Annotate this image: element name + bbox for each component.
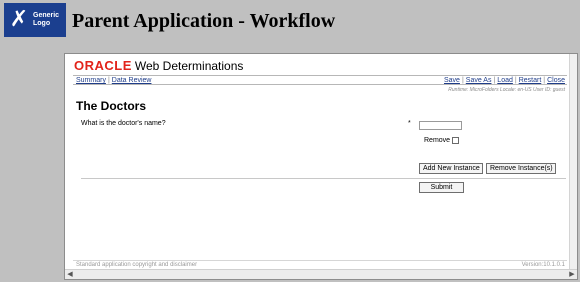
vertical-scrollbar[interactable]	[569, 54, 577, 271]
nav-load-link[interactable]: Load	[497, 77, 513, 84]
generic-logo: ✗ Generic Logo	[4, 3, 66, 37]
remove-checkbox[interactable]	[452, 137, 459, 144]
nav-separator: |	[107, 77, 110, 84]
nav-data-review-link[interactable]: Data Review	[112, 77, 152, 84]
web-determinations-frame: ORACLE Web Determinations Summary | Data Re…	[64, 53, 578, 280]
required-marker: *	[408, 120, 411, 127]
app-title: Parent Application - Workflow	[72, 10, 336, 32]
logo-line-2: Logo	[33, 20, 51, 27]
remove-label: Remove	[424, 137, 451, 144]
product-name: Web Determinations	[134, 59, 244, 73]
footer: Standard application copyright and discl…	[73, 260, 567, 269]
nav-left: Summary | Data Review	[76, 76, 151, 85]
version-text: Version:10.1.0.1	[521, 262, 565, 268]
doctor-name-question: What is the doctor's name?	[81, 120, 166, 127]
remove-instances-button[interactable]: Remove Instance(s)	[486, 163, 556, 174]
section-divider	[81, 178, 566, 179]
nav-save-as-link[interactable]: Save As	[466, 77, 492, 84]
horizontal-scrollbar[interactable]: ◀ ▶	[65, 269, 577, 279]
page-title: The Doctors	[76, 99, 147, 113]
nav-summary-link[interactable]: Summary	[76, 77, 106, 84]
brand-header: ORACLE Web Determinations	[74, 58, 244, 74]
scroll-right-icon[interactable]: ▶	[567, 270, 577, 279]
nav-separator: |	[514, 77, 517, 84]
nav-close-link[interactable]: Close	[547, 77, 565, 84]
logo-x-icon: ✗	[9, 7, 29, 32]
logo-line-1: Generic	[33, 12, 60, 19]
nav-right: Save | Save As | Load | Restart | Close	[444, 76, 565, 85]
runtime-info: Runtime: MicroFolders Locale: en-US User…	[448, 87, 565, 93]
copyright-text: Standard application copyright and discl…	[76, 262, 198, 268]
nav-separator: |	[493, 77, 496, 84]
add-new-instance-button[interactable]: Add New Instance	[419, 163, 483, 174]
navigation-bar: Summary | Data Review Save | Save As | Load | Re…	[73, 75, 567, 85]
scroll-left-icon[interactable]: ◀	[65, 270, 75, 279]
nav-save-link[interactable]: Save	[444, 77, 460, 84]
logo-text: Generic Logo	[33, 12, 59, 28]
nav-separator: |	[461, 77, 464, 84]
oracle-logo: ORACLE	[74, 58, 132, 73]
submit-button[interactable]: Submit	[419, 182, 464, 193]
nav-separator: |	[543, 77, 546, 84]
doctor-name-input[interactable]	[419, 121, 462, 130]
nav-restart-link[interactable]: Restart	[519, 77, 542, 84]
